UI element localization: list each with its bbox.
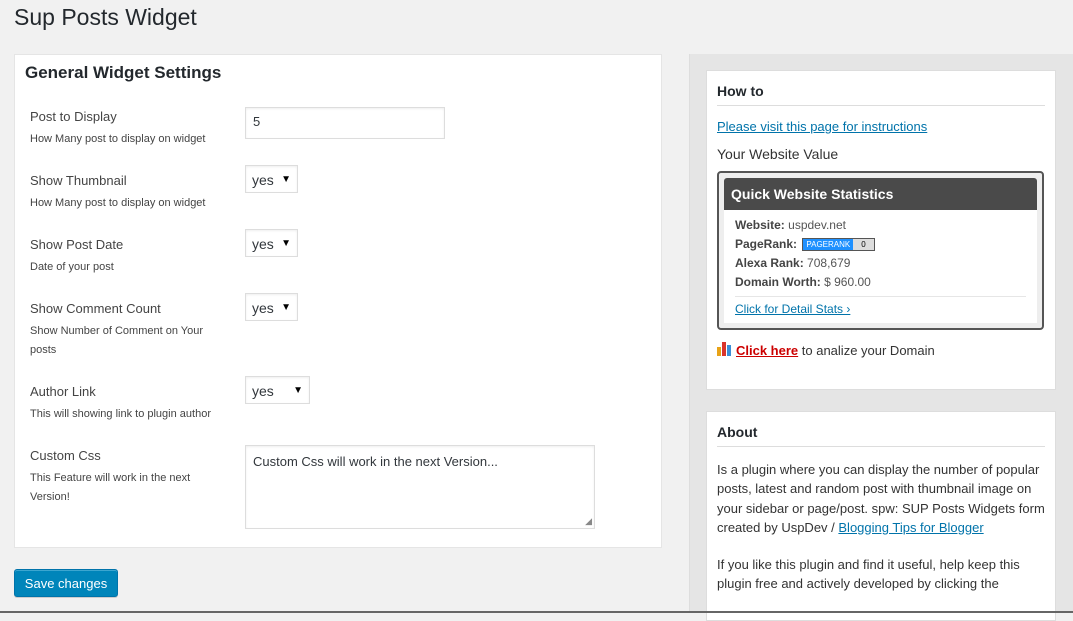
setting-label: Show Post Date [30,237,124,252]
setting-description: This Feature will work in the next Versi… [30,472,191,503]
about-description: Is a plugin where you can display the nu… [717,462,1045,535]
setting-row-post-to-display: Post to Display How Many post to display… [30,107,650,149]
sidebar: How to Please visit this page for instru… [689,54,1073,621]
caret-down-icon: ▼ [293,385,303,396]
analyze-text: to analize your Domain [798,343,935,358]
stats-body: Website: uspdev.net PageRank: PAGERANK 0 … [724,210,1037,323]
instructions-link[interactable]: Please visit this page for instructions [717,119,1045,134]
pagerank-badge: PAGERANK 0 [802,238,875,252]
website-stats-widget: Quick Website Statistics Website: uspdev… [717,171,1044,330]
resize-grip-icon[interactable]: ◢ [585,516,592,527]
detail-stats-link[interactable]: Click for Detail Stats › [735,302,850,316]
blogging-tips-link[interactable]: Blogging Tips for Blogger [838,520,983,535]
setting-row-custom-css: Custom Css This Feature will work in the… [30,445,650,529]
about-box: About Is a plugin where you can display … [706,411,1056,621]
save-changes-button[interactable]: Save changes [14,569,118,597]
setting-label: Author Link [30,384,96,399]
setting-row-show-comment-count: Show Comment Count Show Number of Commen… [30,293,650,360]
stats-header: Quick Website Statistics [724,178,1037,210]
author-link-select[interactable]: yes ▼ [245,376,310,404]
setting-label: Show Comment Count [30,301,161,316]
show-post-date-select[interactable]: yes ▼ [245,229,298,257]
select-value: yes [252,172,274,188]
howto-title: How to [717,71,1045,106]
custom-css-textarea[interactable]: Custom Css will work in the next Version… [245,445,595,529]
bar-chart-icon [717,342,733,356]
caret-down-icon: ▼ [281,302,291,313]
select-value: yes [252,300,274,316]
select-value: yes [252,236,274,252]
setting-description: Show Number of Comment on Your posts [30,325,204,356]
caret-down-icon: ▼ [281,238,291,249]
caret-down-icon: ▼ [281,174,291,185]
about-title: About [717,412,1045,447]
select-value: yes [252,383,274,399]
setting-description: This will showing link to plugin author [30,408,211,420]
general-settings-panel: General Widget Settings Post to Display … [14,54,662,548]
about-support-text: If you like this plugin and find it usef… [717,557,1020,592]
setting-row-show-thumbnail: Show Thumbnail How Many post to display … [30,165,650,213]
show-thumbnail-select[interactable]: yes ▼ [245,165,298,193]
stats-alexa: Alexa Rank: 708,679 [735,256,851,270]
setting-description: How Many post to display on widget [30,197,206,209]
textarea-value: Custom Css will work in the next Version… [253,454,498,469]
setting-row-author-link: Author Link This will showing link to pl… [30,376,650,424]
analyze-domain-line: Click here to analize your Domain [717,342,1045,358]
page-title: Sup Posts Widget [14,4,197,30]
setting-description: Date of your post [30,261,114,273]
posts-count-input[interactable]: 5 [245,107,445,139]
website-value-title: Your Website Value [717,146,839,162]
show-comment-count-select[interactable]: yes ▼ [245,293,298,321]
analyze-domain-link[interactable]: Click here [736,343,798,358]
panel-title: General Widget Settings [25,63,222,82]
stats-pagerank: PageRank: PAGERANK 0 [735,235,1026,254]
howto-box: How to Please visit this page for instru… [706,70,1056,390]
stats-worth: Domain Worth: $ 960.00 [735,275,871,289]
setting-label: Show Thumbnail [30,173,127,188]
setting-row-show-post-date: Show Post Date Date of your post yes ▼ [30,229,650,277]
setting-description: How Many post to display on widget [30,133,206,145]
stats-website: Website: uspdev.net [735,218,846,232]
divider [735,296,1026,297]
